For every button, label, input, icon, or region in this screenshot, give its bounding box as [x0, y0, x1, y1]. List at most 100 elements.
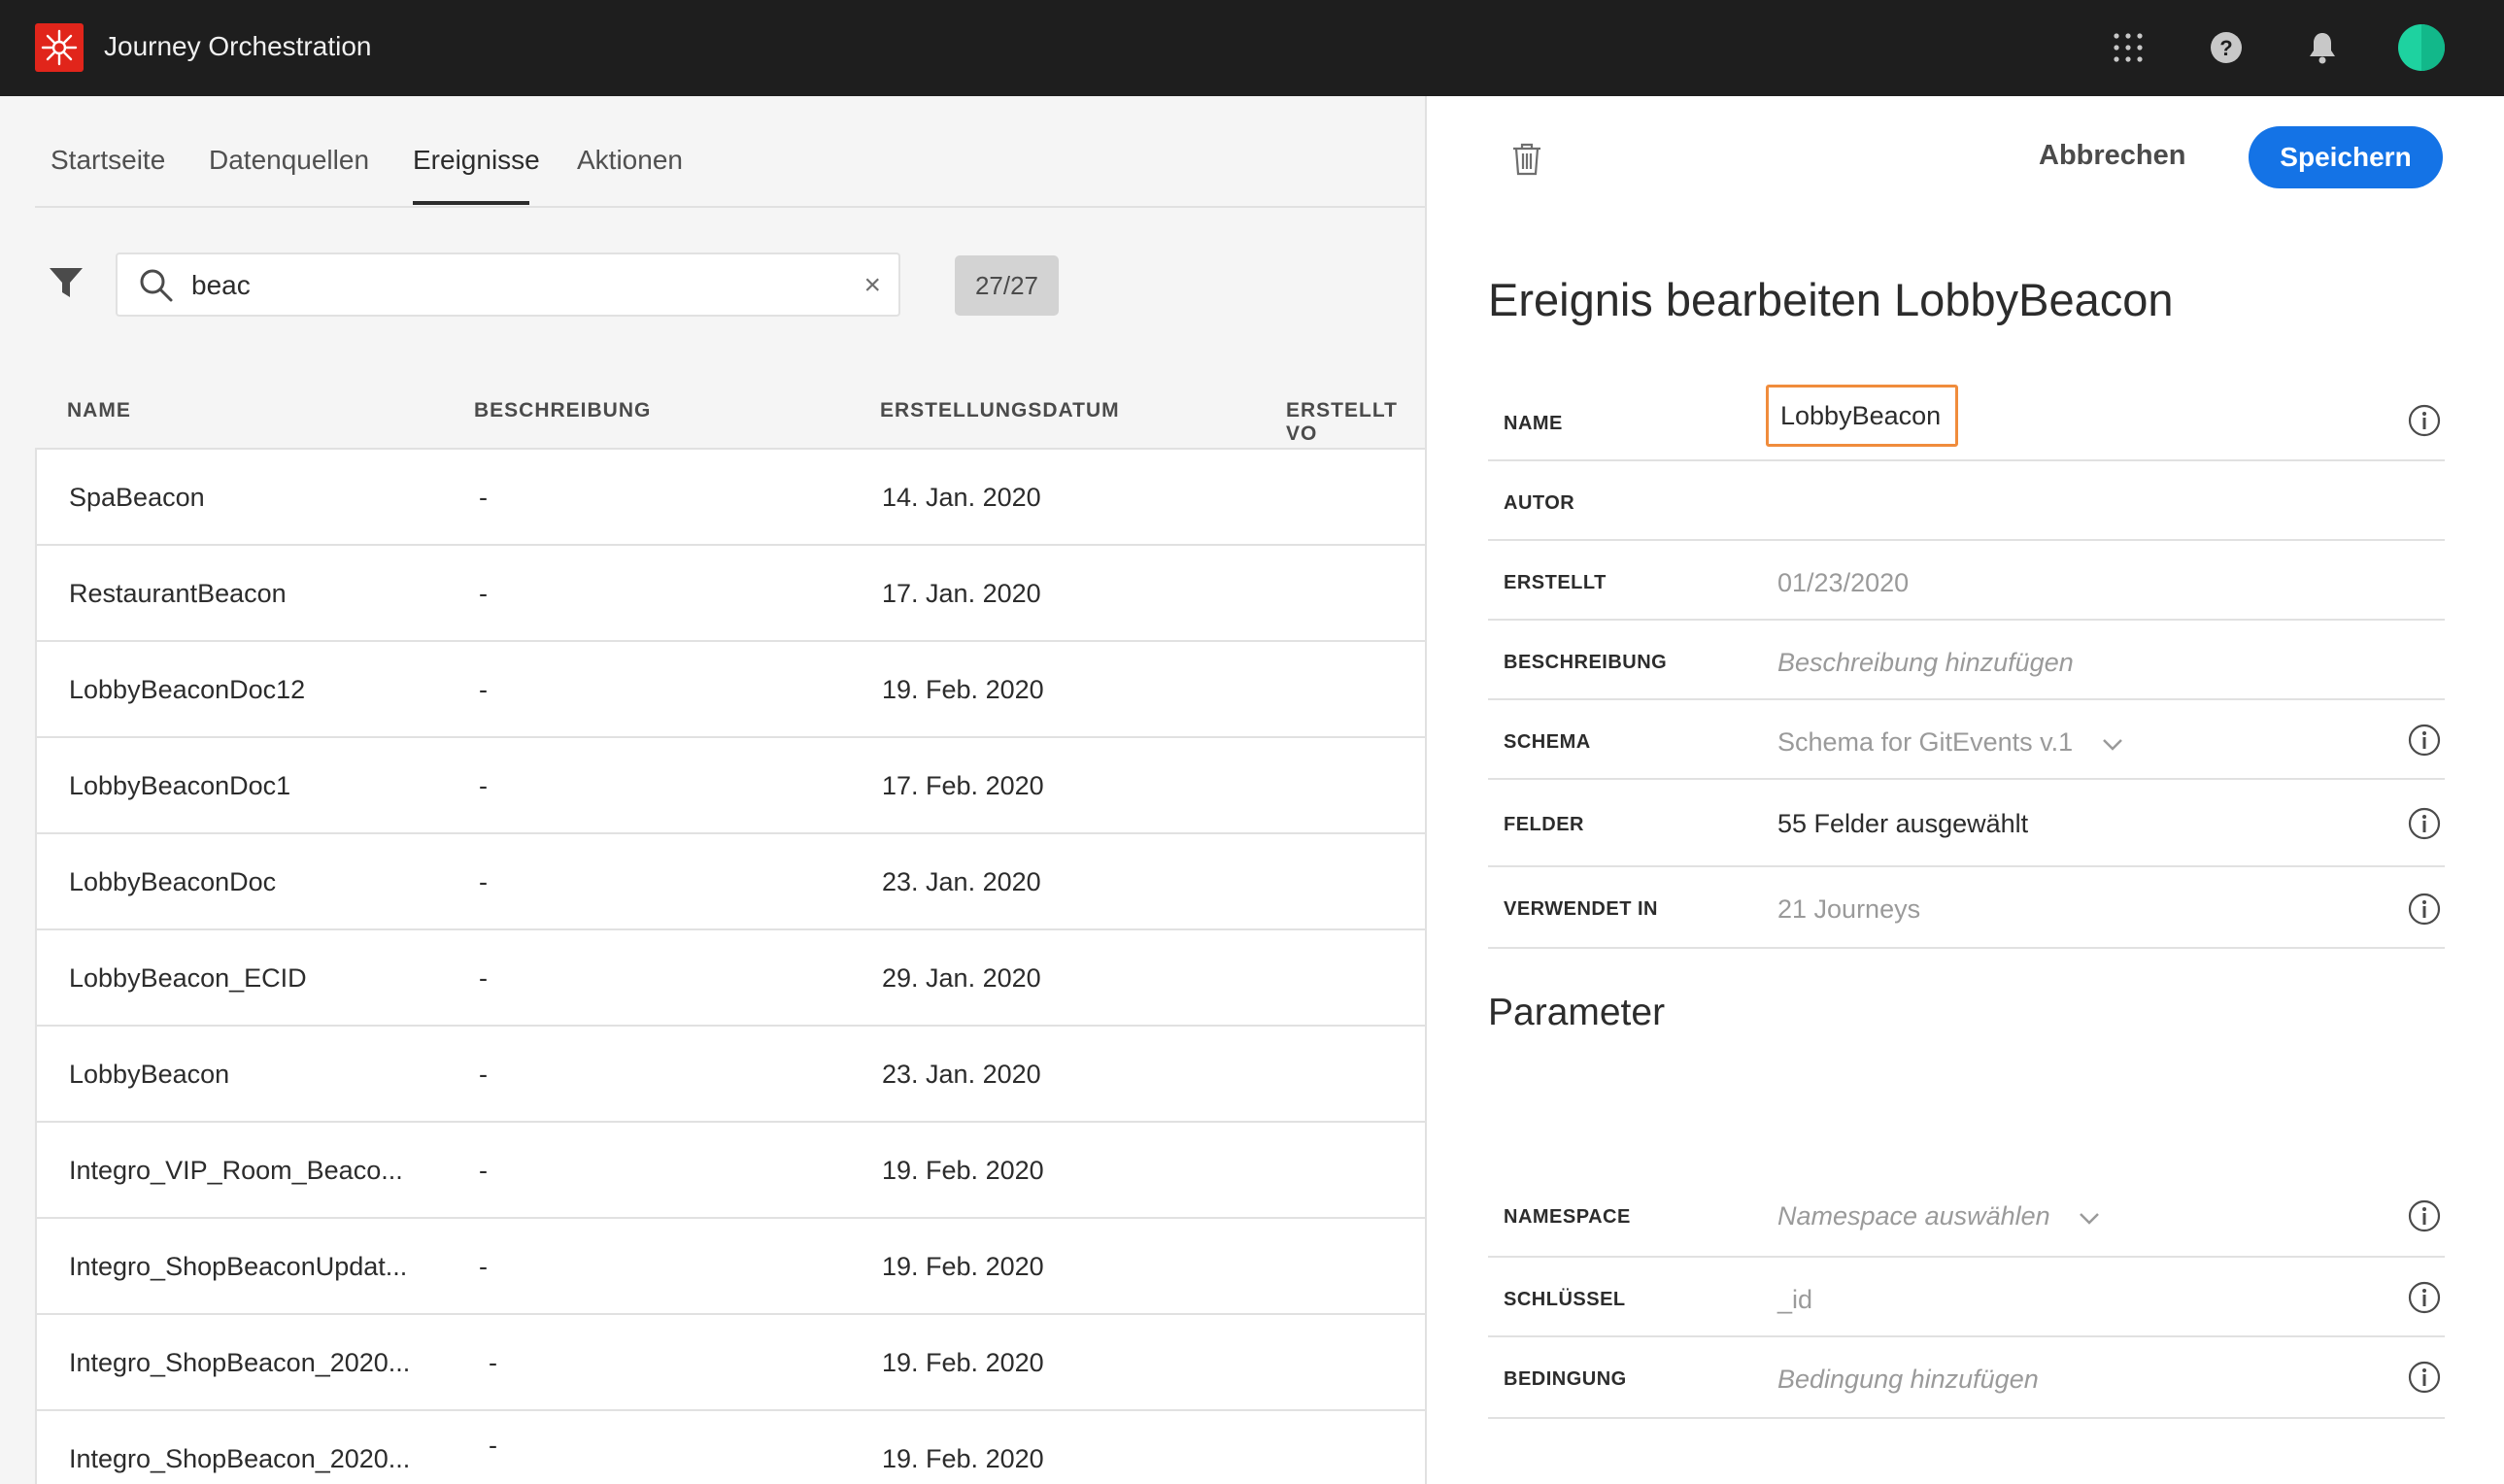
field-row-key: SCHLÜSSEL _id — [1488, 1258, 2445, 1337]
table-row[interactable]: SpaBeacon - 14. Jan. 2020 — [37, 450, 1425, 546]
column-header-erstellungsdatum[interactable]: ERSTELLUNGSDATUM — [880, 399, 1120, 422]
save-button[interactable]: Speichern — [2249, 126, 2443, 188]
row-description: - — [489, 1348, 497, 1377]
chevron-down-icon — [2079, 1202, 2100, 1232]
table-row[interactable]: LobbyBeaconDoc12 - 19. Feb. 2020 — [37, 642, 1425, 738]
row-name: LobbyBeacon_ECID — [69, 963, 307, 993]
events-table: SpaBeacon - 14. Jan. 2020 RestaurantBeac… — [35, 448, 1425, 1484]
info-icon[interactable] — [2408, 807, 2441, 840]
table-row[interactable]: LobbyBeaconDoc - 23. Jan. 2020 — [37, 834, 1425, 930]
panel-title: Ereignis bearbeiten LobbyBeacon — [1488, 274, 2174, 325]
app-title: Journey Orchestration — [104, 31, 372, 61]
info-icon[interactable] — [2408, 1361, 2441, 1394]
table-row[interactable]: Integro_ShopBeacon_2020... - 19. Feb. 20… — [37, 1315, 1425, 1411]
row-date: 17. Jan. 2020 — [882, 579, 1041, 608]
row-date: 29. Jan. 2020 — [882, 963, 1041, 993]
avatar[interactable] — [2397, 23, 2446, 72]
field-row-used-in: VERWENDET IN 21 Journeys — [1488, 867, 2445, 949]
row-description: - — [479, 579, 488, 608]
row-name: LobbyBeacon — [69, 1060, 230, 1089]
top-bar: Journey Orchestration ? — [0, 0, 2504, 96]
key-value[interactable]: _id — [1777, 1285, 1812, 1315]
row-description: - — [479, 483, 488, 512]
field-row-created: ERSTELLT 01/23/2020 — [1488, 541, 2445, 621]
condition-input[interactable]: Bedingung hinzufügen — [1777, 1365, 2039, 1395]
row-name: LobbyBeaconDoc12 — [69, 675, 306, 704]
namespace-select[interactable]: Namespace auswählen — [1777, 1201, 2100, 1232]
column-header-beschreibung[interactable]: BESCHREIBUNG — [474, 399, 651, 422]
row-name: LobbyBeaconDoc1 — [69, 771, 291, 800]
field-label: SCHEMA — [1504, 731, 1591, 753]
table-row[interactable]: Integro_ShopBeaconUpdat... - 19. Feb. 20… — [37, 1219, 1425, 1315]
column-header-name[interactable]: NAME — [67, 399, 131, 422]
field-row-author: AUTOR — [1488, 461, 2445, 541]
table-row[interactable]: LobbyBeacon_ECID - 29. Jan. 2020 — [37, 930, 1425, 1027]
created-value: 01/23/2020 — [1777, 568, 1910, 597]
schema-select[interactable]: Schema for GitEvents v.1 — [1777, 727, 2123, 759]
field-row-name: NAME — [1488, 384, 2445, 461]
field-label: NAMESPACE — [1504, 1206, 1631, 1228]
field-label: BEDINGUNG — [1504, 1368, 1627, 1390]
row-name: RestaurantBeacon — [69, 579, 287, 608]
bell-icon[interactable] — [2298, 23, 2347, 72]
row-description: - — [479, 1156, 488, 1185]
edit-event-panel: Abbrechen Speichern Ereignis bearbeiten … — [1425, 96, 2504, 1484]
field-label: NAME — [1504, 413, 1563, 434]
table-row[interactable]: Integro_VIP_Room_Beaco... - 19. Feb. 202… — [37, 1123, 1425, 1219]
row-date: 19. Feb. 2020 — [882, 1156, 1044, 1185]
parameter-section-title: Parameter — [1488, 992, 1666, 1033]
tab-ereignisse[interactable]: Ereignisse — [413, 145, 540, 176]
field-label: ERSTELLT — [1504, 572, 1607, 593]
results-count-badge: 27/27 — [955, 255, 1059, 316]
apps-grid-icon[interactable] — [2104, 23, 2152, 72]
row-description: - — [479, 963, 488, 993]
tab-startseite[interactable]: Startseite — [51, 145, 165, 176]
table-row[interactable]: Integro_ShopBeacon_2020... - 19. Feb. 20… — [37, 1411, 1425, 1484]
row-date: 14. Jan. 2020 — [882, 483, 1041, 512]
field-label: SCHLÜSSEL — [1504, 1289, 1626, 1310]
table-row[interactable]: LobbyBeaconDoc1 - 17. Feb. 2020 — [37, 738, 1425, 834]
table-row[interactable]: LobbyBeacon - 23. Jan. 2020 — [37, 1027, 1425, 1123]
info-icon[interactable] — [2408, 1281, 2441, 1314]
search-icon — [139, 268, 174, 308]
row-description: - — [479, 771, 488, 800]
active-tab-indicator — [413, 201, 529, 205]
column-header-erstellt-von[interactable]: ERSTELLT VO — [1286, 399, 1425, 446]
tab-aktionen[interactable]: Aktionen — [577, 145, 683, 176]
field-row-fields: FELDER 55 Felder ausgewählt — [1488, 780, 2445, 867]
fields-value[interactable]: 55 Felder ausgewählt — [1777, 809, 2028, 839]
row-name: SpaBeacon — [69, 483, 205, 512]
table-row[interactable]: RestaurantBeacon - 17. Jan. 2020 — [37, 546, 1425, 642]
search-input[interactable] — [191, 268, 813, 303]
row-date: 23. Jan. 2020 — [882, 867, 1041, 896]
used-in-value[interactable]: 21 Journeys — [1777, 894, 1920, 925]
info-icon[interactable] — [2408, 1199, 2441, 1232]
clear-search-icon[interactable]: × — [863, 270, 881, 301]
row-name: Integro_ShopBeacon_2020... — [69, 1348, 411, 1377]
name-input[interactable] — [1766, 385, 1958, 447]
field-label: FELDER — [1504, 814, 1584, 835]
tab-bar: Startseite Datenquellen Ereignisse Aktio… — [35, 96, 1425, 208]
adobe-logo-icon[interactable] — [35, 23, 84, 72]
filter-icon[interactable] — [49, 266, 84, 304]
row-description: - — [479, 675, 488, 704]
field-label: AUTOR — [1504, 492, 1575, 514]
row-description: - — [489, 1431, 497, 1460]
trash-icon[interactable] — [1512, 143, 1541, 181]
cancel-button[interactable]: Abbrechen — [2039, 140, 2185, 172]
row-date: 19. Feb. 2020 — [882, 675, 1044, 704]
row-name: Integro_ShopBeaconUpdat... — [69, 1252, 408, 1281]
tab-datenquellen[interactable]: Datenquellen — [209, 145, 369, 176]
info-icon[interactable] — [2408, 404, 2441, 437]
row-name: Integro_VIP_Room_Beaco... — [69, 1156, 403, 1185]
info-icon[interactable] — [2408, 893, 2441, 926]
row-description: - — [479, 1060, 488, 1089]
row-date: 19. Feb. 2020 — [882, 1252, 1044, 1281]
description-input[interactable]: Beschreibung hinzufügen — [1777, 648, 2074, 678]
chevron-down-icon — [2102, 728, 2123, 759]
help-icon[interactable]: ? — [2202, 23, 2250, 72]
row-name: LobbyBeaconDoc — [69, 867, 277, 896]
row-description: - — [479, 867, 488, 896]
field-row-condition: BEDINGUNG Bedingung hinzufügen — [1488, 1337, 2445, 1419]
info-icon[interactable] — [2408, 724, 2441, 757]
